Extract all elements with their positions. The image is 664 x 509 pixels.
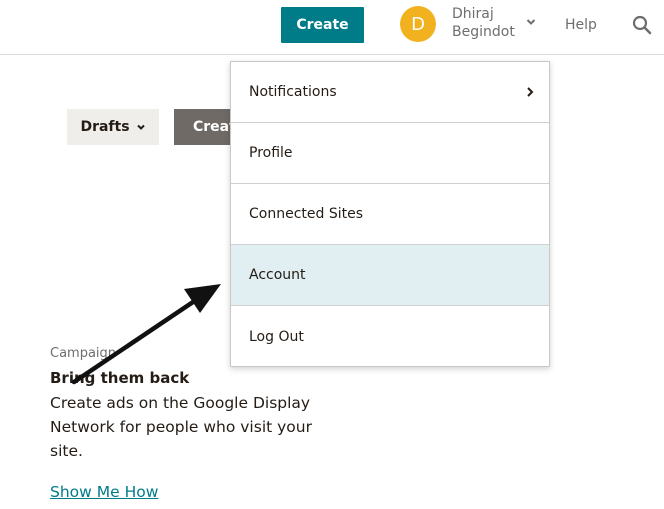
menu-item-label: Connected Sites xyxy=(249,206,364,222)
user-name[interactable]: Dhiraj Begindot xyxy=(452,5,527,41)
menu-item-label: Profile xyxy=(249,145,293,161)
user-avatar[interactable]: D xyxy=(400,6,436,42)
chevron-right-icon xyxy=(527,87,534,97)
drafts-label: Drafts xyxy=(80,119,130,135)
menu-item-account[interactable]: Account xyxy=(231,245,549,306)
help-link[interactable]: Help xyxy=(565,17,597,33)
campaign-description: Create ads on the Google Display Network… xyxy=(50,394,312,460)
user-first-name: Dhiraj xyxy=(452,6,494,22)
show-me-how-link[interactable]: Show Me How xyxy=(50,483,158,501)
drafts-dropdown-button[interactable]: Drafts xyxy=(67,109,159,145)
menu-item-profile[interactable]: Profile xyxy=(231,123,549,184)
account-dropdown-menu: Notifications Profile Connected Sites Ac… xyxy=(230,61,550,367)
create-button[interactable]: Create xyxy=(281,7,364,43)
menu-item-connected-sites[interactable]: Connected Sites xyxy=(231,184,549,245)
annotation-arrow-icon xyxy=(71,284,221,385)
top-navigation-bar: Create D Dhiraj Begindot Help xyxy=(0,0,664,55)
chevron-down-icon xyxy=(136,124,145,130)
search-icon[interactable] xyxy=(632,15,652,35)
menu-item-log-out[interactable]: Log Out xyxy=(231,306,549,367)
menu-item-label: Log Out xyxy=(249,328,304,345)
menu-item-label: Account xyxy=(249,267,306,283)
user-last-name: Begindot xyxy=(452,24,515,40)
menu-item-label: Notifications xyxy=(249,84,337,100)
chevron-down-icon[interactable] xyxy=(525,16,537,28)
menu-item-notifications[interactable]: Notifications xyxy=(231,62,549,123)
